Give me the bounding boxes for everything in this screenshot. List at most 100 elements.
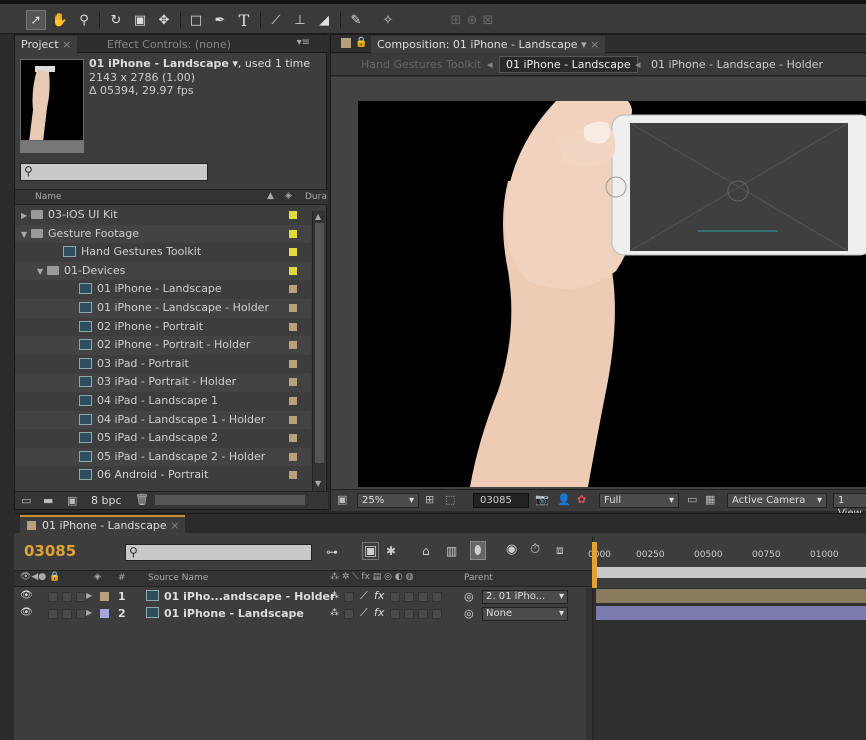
layer-duration-bar[interactable] xyxy=(596,606,866,620)
label-color-swatch[interactable] xyxy=(289,397,297,405)
project-item-row[interactable]: ▼ 01-Devices xyxy=(15,261,311,281)
project-item-row[interactable]: 04 iPad - Landscape 1 xyxy=(15,392,311,411)
tab-composition[interactable]: Composition: 01 iPhone - Landscape ▾ × xyxy=(371,36,606,53)
snapshot-icon[interactable]: 📷 xyxy=(535,493,549,506)
tab-timeline[interactable]: 01 iPhone - Landscape × xyxy=(20,515,186,533)
project-item-row[interactable]: 01 iPhone - Landscape xyxy=(15,280,311,299)
comp-viewer[interactable] xyxy=(358,101,866,487)
panel-menu-icon[interactable]: ▾≡ xyxy=(297,37,310,48)
label-color-swatch[interactable] xyxy=(289,304,297,312)
work-area-bar[interactable] xyxy=(592,567,866,578)
view-layout-select[interactable]: 1 View xyxy=(833,493,866,519)
scroll-down-icon[interactable]: ▼ xyxy=(315,479,321,488)
channel-icon[interactable]: ✿ xyxy=(577,493,586,506)
resolution-select[interactable]: Full ▾ xyxy=(599,493,679,508)
project-search-input[interactable]: ⚲ xyxy=(20,163,208,181)
disclosure-triangle-icon[interactable]: ▼ xyxy=(21,230,31,239)
scroll-thumb[interactable] xyxy=(315,223,324,463)
tab-project[interactable]: Project × xyxy=(15,36,78,53)
frame-blending-icon[interactable]: ▥ xyxy=(446,544,457,558)
disclosure-triangle-icon[interactable]: ▶ xyxy=(21,211,31,220)
project-item-row[interactable]: 06 Android - Portrait xyxy=(15,466,311,485)
safe-zones-icon[interactable]: ⊞ xyxy=(425,493,434,506)
lock-icon[interactable]: 🔒 xyxy=(355,37,367,48)
project-item-row[interactable]: 01 iPhone - Landscape - Holder xyxy=(15,299,311,318)
project-item-row[interactable]: 05 iPad - Landscape 2 xyxy=(15,429,311,448)
comp-mini-flowchart-icon[interactable]: ⊶ xyxy=(326,545,338,559)
magnify-toggle-icon[interactable]: ▣ xyxy=(337,493,347,506)
project-item-row[interactable]: 03 iPad - Portrait xyxy=(15,355,311,374)
project-item-row[interactable]: 04 iPad - Landscape 1 - Holder xyxy=(15,410,311,430)
project-item-row[interactable]: ▶ 03-iOS UI Kit xyxy=(15,206,311,225)
mask-visibility-icon[interactable]: ⬚ xyxy=(445,493,455,506)
col-duration[interactable]: Dura xyxy=(305,192,327,202)
stopwatch-icon[interactable]: ⏱ xyxy=(530,542,540,557)
project-item-row[interactable]: 05 iPad - Landscape 2 - Holder xyxy=(15,447,311,467)
rectangle-tool-icon[interactable]: □ xyxy=(186,10,206,30)
sort-arrow-icon[interactable]: ▲ xyxy=(267,191,274,201)
camera-select[interactable]: Active Camera ▾ xyxy=(727,493,827,508)
graph-editor-icon[interactable]: ⧈ xyxy=(556,543,564,558)
label-color-swatch[interactable] xyxy=(289,415,297,424)
new-folder-icon[interactable]: ▬ xyxy=(43,494,53,507)
label-color-swatch[interactable] xyxy=(289,211,297,219)
draft-3d-icon[interactable]: ✱ xyxy=(386,544,396,558)
label-col-icon[interactable]: ◈ xyxy=(285,191,292,201)
label-color-swatch[interactable] xyxy=(289,452,297,461)
brainstorm-icon[interactable]: ◉ xyxy=(506,542,517,557)
label-color-swatch[interactable] xyxy=(289,285,297,294)
label-color-swatch[interactable] xyxy=(289,341,297,350)
project-item-row[interactable]: Hand Gestures Toolkit xyxy=(15,243,311,262)
col-parent[interactable]: Parent xyxy=(464,573,493,583)
hand-tool-icon[interactable]: ✋ xyxy=(50,10,70,30)
shy-layers-icon[interactable]: ⌂ xyxy=(422,544,430,558)
puppet-pin-icon[interactable]: ✧ xyxy=(378,10,398,30)
interpret-footage-icon[interactable]: ▭ xyxy=(21,494,31,507)
label-color-swatch[interactable] xyxy=(289,359,297,368)
live-update-icon[interactable]: ▣ xyxy=(362,542,380,560)
label-color-swatch[interactable] xyxy=(289,229,297,238)
scroll-up-icon[interactable]: ▲ xyxy=(315,212,321,221)
project-item-row[interactable]: 02 iPhone - Portrait xyxy=(15,318,311,337)
project-item-row[interactable]: 03 iPad - Portrait - Holder xyxy=(15,373,311,392)
show-snapshot-icon[interactable]: 👤 xyxy=(557,493,571,506)
layer-panel-scrollbar[interactable] xyxy=(586,588,592,740)
bpc-toggle[interactable]: 8 bpc xyxy=(91,494,122,507)
project-item-row[interactable]: ▼ Gesture Footage xyxy=(15,224,311,244)
horizontal-scrollbar[interactable] xyxy=(155,495,305,505)
eraser-tool-icon[interactable]: ◢ xyxy=(314,10,334,30)
zoom-select[interactable]: 25% ▾ xyxy=(357,493,419,508)
roto-brush-icon[interactable]: ✎ xyxy=(346,10,366,30)
axis-view-icon[interactable]: ⊠ xyxy=(478,10,498,30)
pan-behind-icon[interactable]: ✥ xyxy=(154,10,174,30)
col-name[interactable]: Name xyxy=(35,192,62,202)
clone-stamp-icon[interactable]: ⊥ xyxy=(290,10,310,30)
disclosure-triangle-icon[interactable]: ▼ xyxy=(37,267,47,276)
layer-duration-bar[interactable] xyxy=(596,589,866,603)
type-tool-icon[interactable]: T xyxy=(234,10,254,30)
label-color-swatch[interactable] xyxy=(289,322,297,331)
camera-tool-icon[interactable]: ▣ xyxy=(130,10,150,30)
label-color-swatch[interactable] xyxy=(289,378,297,387)
crumb-current[interactable]: 01 iPhone - Landscape xyxy=(499,56,638,73)
timeline-timecode[interactable]: 03085 xyxy=(24,542,76,560)
pen-tool-icon[interactable]: ✒ xyxy=(210,10,230,30)
motion-blur-icon[interactable]: ⬮ xyxy=(470,541,486,560)
label-color-swatch[interactable] xyxy=(289,471,297,480)
project-scrollbar[interactable]: ▲ ▼ xyxy=(312,211,325,491)
new-comp-icon[interactable]: ▣ xyxy=(67,494,77,507)
project-item-row[interactable]: 02 iPhone - Portrait - Holder xyxy=(15,336,311,355)
crumb-holder[interactable]: 01 iPhone - Landscape - Holder xyxy=(651,58,823,71)
current-time-indicator[interactable] xyxy=(592,542,597,592)
rotate-tool-icon[interactable]: ↻ xyxy=(106,10,126,30)
crumb-hand-gestures[interactable]: Hand Gestures Toolkit xyxy=(361,58,481,71)
col-source-name[interactable]: Source Name xyxy=(148,573,208,583)
selection-tool-icon[interactable]: ➚ xyxy=(26,10,46,30)
trash-icon[interactable]: 🗑 xyxy=(135,493,149,506)
transparency-grid-icon[interactable]: ▦ xyxy=(705,493,715,506)
label-color-swatch[interactable] xyxy=(289,434,297,443)
tab-effect-controls[interactable]: Effect Controls: (none) xyxy=(101,36,237,53)
brush-tool-icon[interactable]: ⟋ xyxy=(266,10,286,30)
zoom-tool-icon[interactable]: ⚲ xyxy=(74,10,94,30)
label-color-swatch[interactable] xyxy=(289,266,297,275)
